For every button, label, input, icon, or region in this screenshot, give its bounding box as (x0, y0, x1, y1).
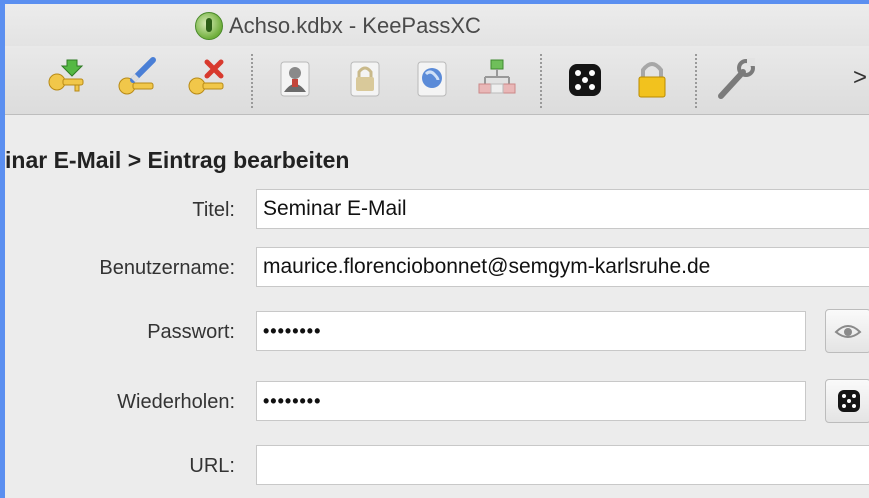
toolbar-separator (695, 54, 697, 108)
breadcrumb: inar E-Mail > Eintrag bearbeiten (5, 147, 350, 173)
title-label: Titel: (192, 199, 235, 221)
repeat-password-field[interactable]: •••••••• (256, 381, 806, 421)
key-delete-icon[interactable] (185, 56, 229, 102)
lock-icon[interactable] (630, 56, 674, 102)
generate-password-button[interactable] (825, 379, 869, 423)
url-field[interactable] (256, 445, 869, 485)
toolbar-overflow-button[interactable]: > (853, 64, 867, 92)
copy-password-icon[interactable] (343, 56, 387, 102)
password-field[interactable]: •••••••• (256, 311, 806, 351)
title-bar: Achso.kdbx - KeePassXC (5, 4, 869, 46)
username-field[interactable]: maurice.florenciobonnet@semgym-karlsruhe… (256, 247, 869, 287)
dice-icon (838, 390, 860, 412)
url-label: URL: (189, 455, 235, 477)
key-edit-icon[interactable] (115, 56, 159, 102)
merge-icon[interactable] (475, 56, 519, 102)
dice-icon[interactable] (563, 56, 607, 102)
toolbar-separator (251, 54, 253, 108)
key-add-icon[interactable] (45, 56, 89, 102)
keepassxc-logo-icon (195, 12, 223, 40)
username-label: Benutzername: (99, 257, 235, 279)
title-wrap: Achso.kdbx - KeePassXC (195, 12, 481, 40)
keepassxc-window: Achso.kdbx - KeePassXC > inar E-Mail > E… (0, 0, 869, 498)
title-field[interactable]: Seminar E-Mail (256, 189, 869, 229)
password-label: Passwort: (147, 321, 235, 343)
eye-icon (834, 325, 862, 338)
repeat-password-label: Wiederholen: (117, 391, 235, 413)
toolbar: > (5, 46, 869, 115)
open-url-icon[interactable] (410, 56, 454, 102)
show-password-button[interactable] (825, 309, 869, 353)
toolbar-separator (540, 54, 542, 108)
wrench-icon[interactable] (713, 56, 757, 102)
copy-username-icon[interactable] (273, 56, 317, 102)
window-title: Achso.kdbx - KeePassXC (229, 13, 481, 38)
edit-entry-panel: inar E-Mail > Eintrag bearbeiten Titel: … (5, 115, 869, 498)
